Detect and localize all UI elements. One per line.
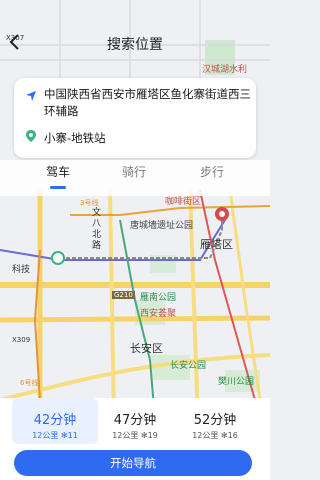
map-label: 西安荟聚 [140, 309, 177, 319]
map-label: 6号线 [20, 379, 39, 387]
route-meta: 12公里 ✻11 [12, 430, 98, 441]
map-label: 汉城湖水利 [202, 65, 248, 75]
route-meta: 12公里 ✻16 [172, 430, 258, 441]
tab-drive[interactable]: 驾车 [46, 163, 70, 180]
tab-ride[interactable]: 骑行 [122, 163, 146, 180]
traffic-light-icon: ✻ [60, 431, 68, 440]
start-navigation-button[interactable]: 开始导航 [14, 450, 252, 476]
route-lights: 16 [227, 431, 238, 440]
map-label: 雁塔区 [200, 238, 233, 251]
tab-indicator [50, 186, 66, 189]
route-time: 52分钟 [193, 413, 237, 428]
route-distance: 12公里 [112, 431, 139, 440]
tab-walk[interactable]: 步行 [200, 163, 224, 180]
page-title: 搜索位置 [107, 37, 163, 53]
map-label: 文八北路 [92, 208, 102, 251]
route-time: 47分钟 [113, 413, 157, 428]
map-label: G210 [112, 291, 135, 299]
map-label: 长安区 [130, 342, 163, 355]
map-label: 科技 [12, 265, 31, 275]
route-option[interactable]: 52分钟 12公里 ✻16 [172, 398, 258, 444]
map-label: 樊川公园 [218, 377, 255, 387]
route-option[interactable]: 42分钟 12公里 ✻11 [12, 398, 98, 444]
top-bar: 搜索位置 [0, 0, 270, 62]
route-distance: 12公里 [192, 431, 219, 440]
route-search-card: 中国陕西省西安市雁塔区鱼化寨街道西三环辅路 小寨-地铁站 [14, 78, 256, 158]
route-lights: 19 [147, 431, 158, 440]
map-label: 长安公园 [170, 361, 207, 371]
traffic-light-icon: ✻ [220, 431, 228, 440]
mode-tabs: 驾车 骑行 步行 [0, 160, 270, 196]
destination-row[interactable]: 小寨-地铁站 [22, 128, 252, 148]
origin-text: 中国陕西省西安市雁塔区鱼化寨街道西三环辅路 [44, 87, 251, 118]
map-label: 雁南公园 [140, 293, 177, 303]
map-label: 唐城墙遗址公园 [130, 221, 194, 231]
route-meta: 12公里 ✻19 [92, 430, 178, 441]
route-option[interactable]: 47分钟 12公里 ✻19 [92, 398, 178, 444]
navigation-arrow-icon [26, 91, 36, 101]
route-options-panel: 42分钟 12公里 ✻11 47分钟 12公里 ✻19 52分钟 12公里 ✻1… [0, 398, 270, 480]
route-start-marker [51, 251, 65, 265]
route-time: 42分钟 [33, 413, 77, 428]
route-lights: 11 [67, 431, 78, 440]
map-label: 3号线 [80, 199, 99, 207]
location-pin-icon [26, 130, 36, 142]
route-distance: 12公里 [32, 431, 59, 440]
map-label: X309 [12, 336, 31, 344]
destination-text: 小寨-地铁站 [44, 131, 106, 145]
traffic-light-icon: ✻ [140, 431, 148, 440]
